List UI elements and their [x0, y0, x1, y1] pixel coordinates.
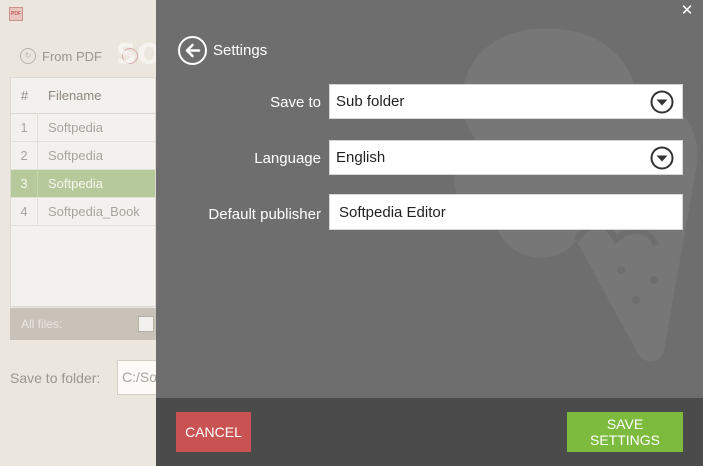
row-filename: Softpedia — [48, 120, 103, 135]
settings-panel: ✕ Settings Save to Sub folder Language E… — [156, 0, 703, 466]
settings-title: Settings — [213, 42, 268, 59]
app-logo-icon: PDF — [9, 7, 23, 21]
language-label: Language — [254, 150, 321, 167]
row-number: 1 — [11, 114, 38, 141]
row-filename: Softpedia — [48, 176, 103, 191]
row-filename: Softpedia_Book — [48, 204, 140, 219]
save-to-label: Save to — [270, 94, 321, 111]
table-row[interactable]: 4 Softpedia_Book — [11, 198, 155, 226]
row-number: 4 — [11, 198, 38, 225]
settings-footer: CANCEL SAVE SETTINGS — [156, 398, 703, 466]
default-publisher-label: Default publisher — [208, 206, 321, 223]
tab-label: From PDF — [42, 48, 102, 64]
table-row[interactable]: 1 Softpedia — [11, 114, 155, 142]
language-value: English — [336, 149, 386, 166]
default-publisher-input[interactable]: Softpedia Editor — [329, 194, 683, 230]
chevron-down-icon — [650, 90, 674, 114]
column-header-number: # — [20, 88, 29, 103]
table-row[interactable]: 2 Softpedia — [11, 142, 155, 170]
save-to-value: Sub folder — [336, 93, 405, 110]
all-files-label: All files: — [21, 317, 63, 331]
column-header-filename[interactable]: Filename — [38, 88, 101, 103]
back-button[interactable]: Settings — [178, 36, 267, 65]
save-to-select[interactable]: Sub folder — [329, 84, 683, 119]
tab-from-pdf[interactable]: ↻ From PDF — [14, 42, 108, 70]
table-row-selected[interactable]: 3 Softpedia — [11, 170, 155, 198]
language-select[interactable]: English — [329, 140, 683, 175]
all-files-checkbox[interactable] — [138, 316, 154, 332]
cancel-button[interactable]: CANCEL — [176, 412, 251, 452]
row-number: 2 — [11, 142, 38, 169]
chevron-down-icon — [650, 146, 674, 170]
file-table: # Filename 1 Softpedia 2 Softpedia 3 Sof… — [10, 77, 156, 307]
close-icon[interactable]: ✕ — [679, 3, 695, 19]
save-to-folder-label: Save to folder: — [10, 370, 101, 386]
from-pdf-icon: ↻ — [20, 48, 36, 64]
all-files-bar: All files: — [10, 308, 156, 340]
arrow-left-icon — [178, 36, 207, 65]
row-number: 3 — [11, 170, 38, 197]
save-settings-button[interactable]: SAVE SETTINGS — [567, 412, 683, 452]
row-filename: Softpedia — [48, 148, 103, 163]
table-header: # Filename — [11, 78, 155, 114]
